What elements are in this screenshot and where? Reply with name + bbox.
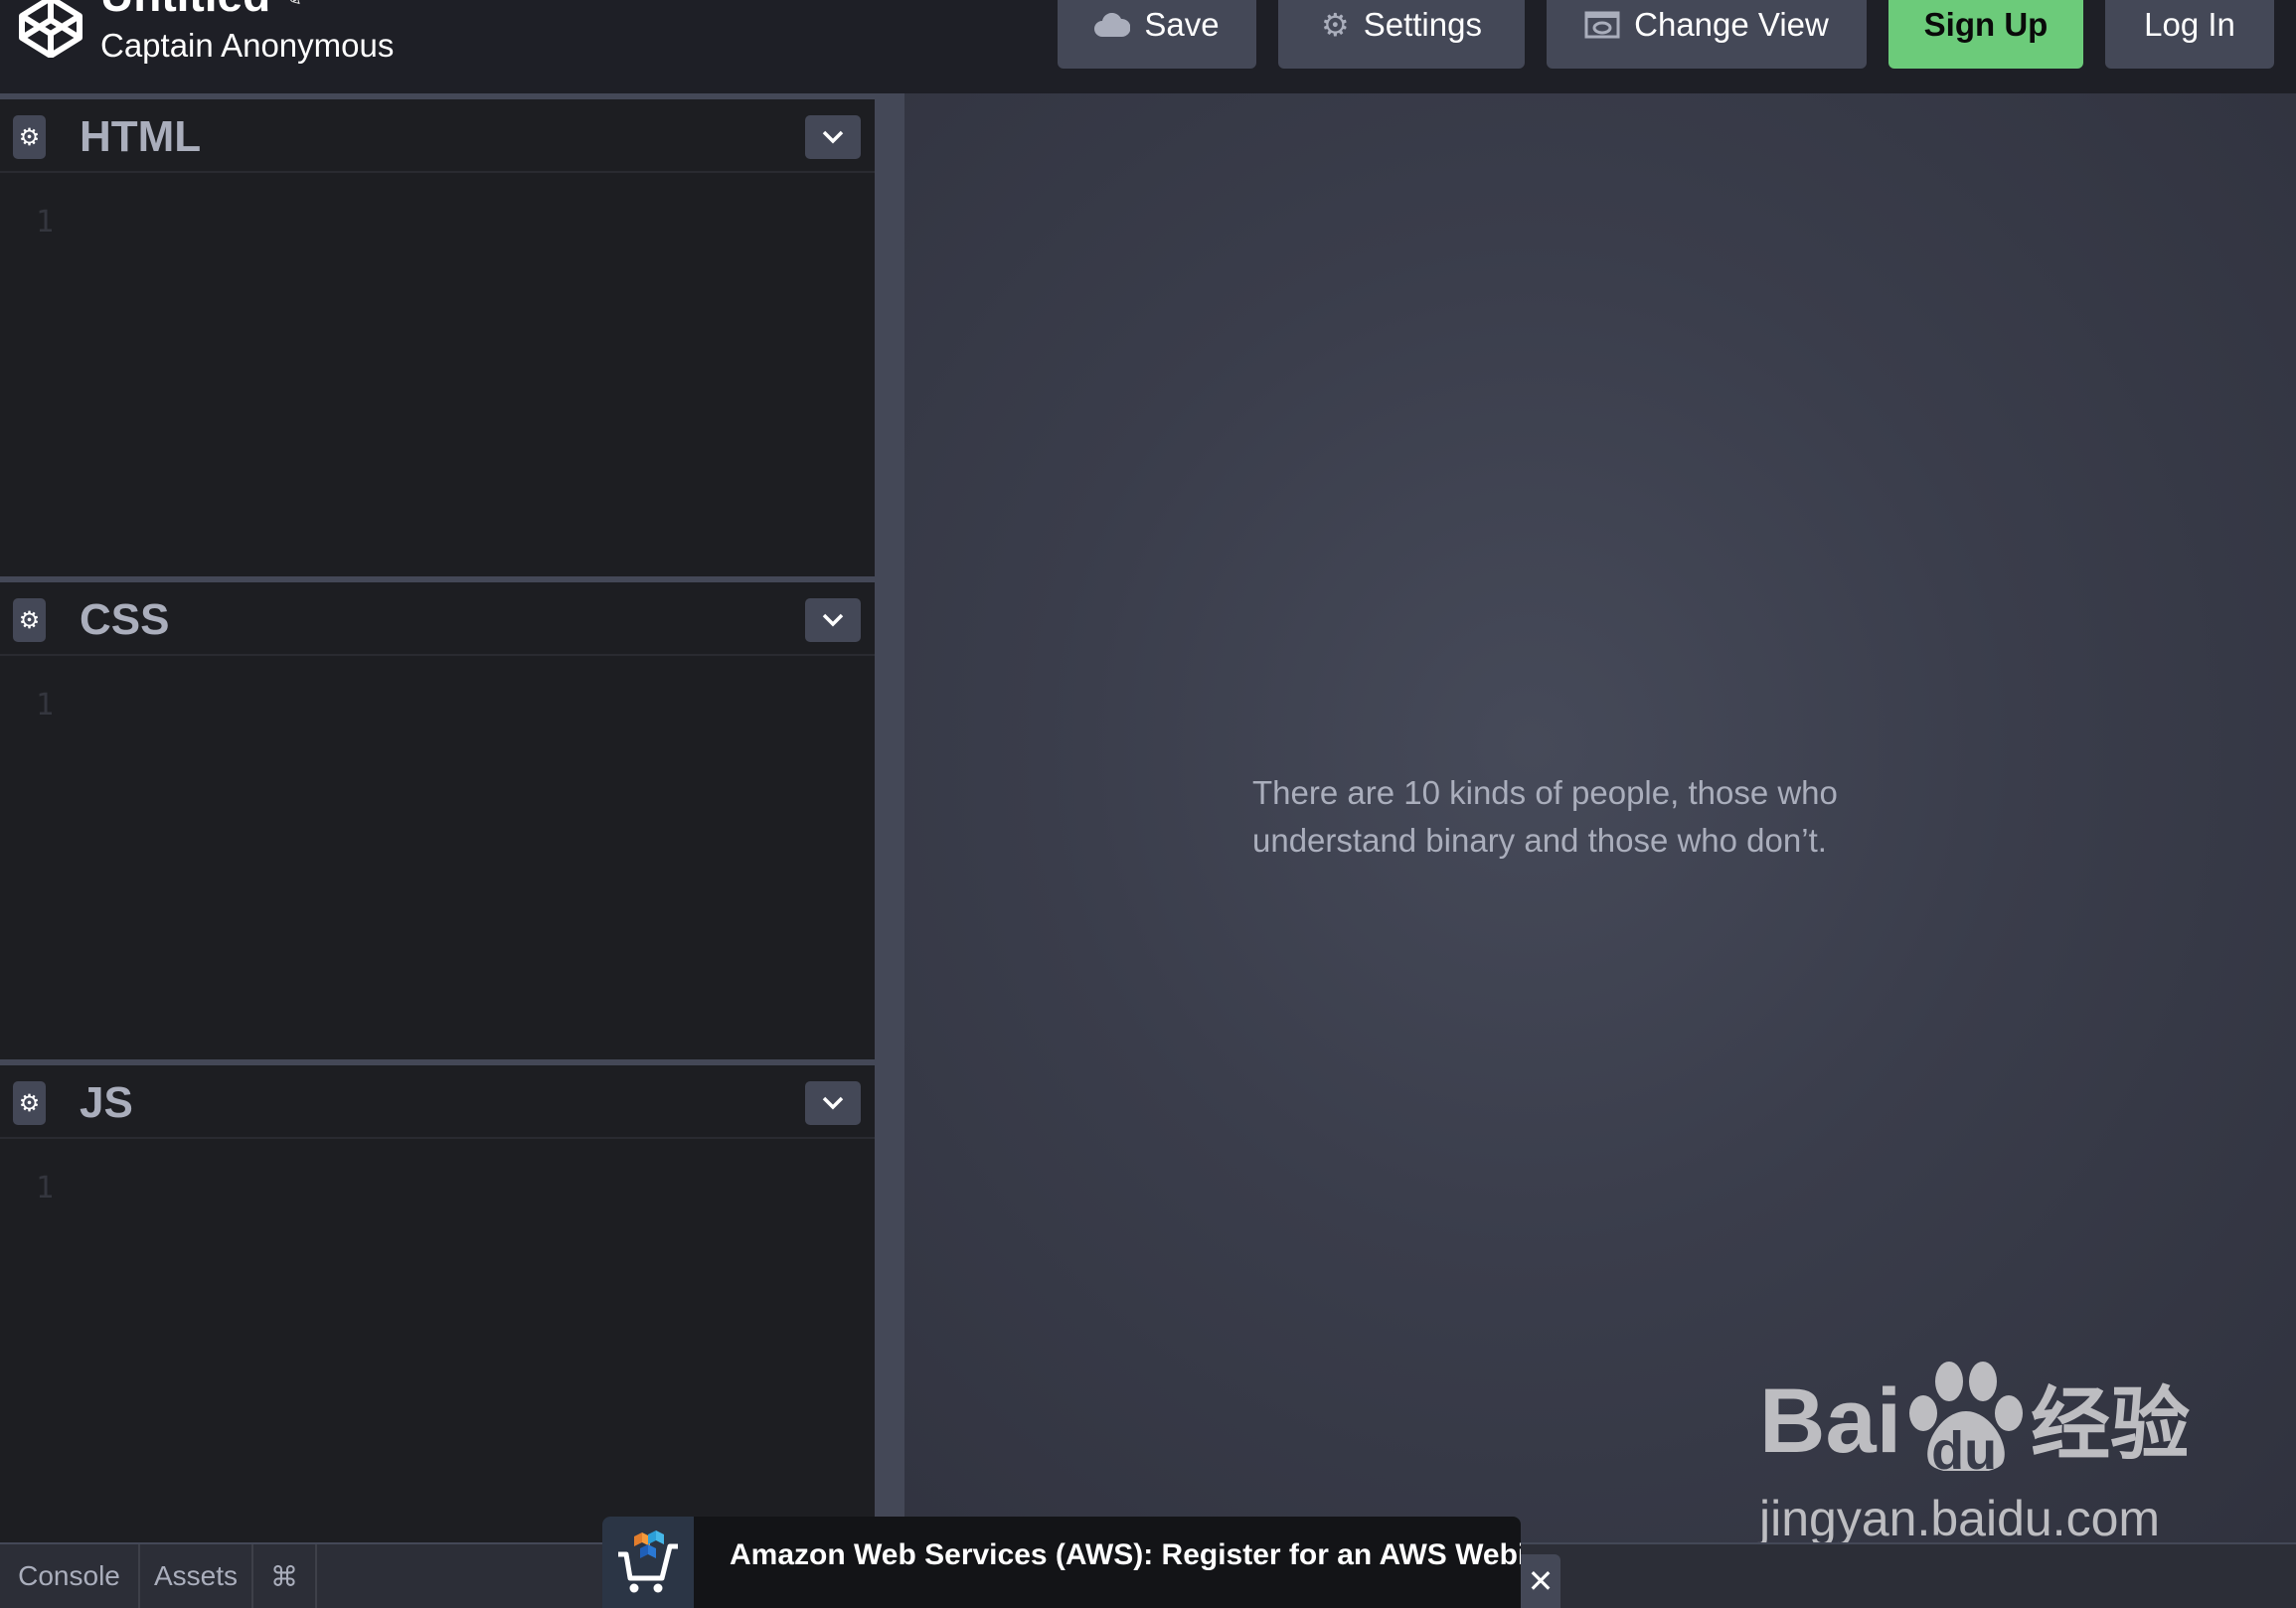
- js-line-number: 1: [36, 1171, 55, 1206]
- change-view-label: Change View: [1634, 5, 1829, 43]
- html-code-area[interactable]: [80, 175, 875, 576]
- baidu-logo-latin: Bai: [1759, 1370, 1902, 1472]
- js-code-area[interactable]: [80, 1141, 875, 1542]
- log-in-button[interactable]: Log In: [2105, 0, 2274, 69]
- settings-button[interactable]: ⚙ Settings: [1278, 0, 1525, 69]
- baidu-logo: Bai du 经验: [1759, 1362, 2190, 1481]
- html-collapse-button[interactable]: [805, 115, 861, 159]
- pen-title-text: Untitled: [100, 0, 270, 21]
- css-settings-button[interactable]: ⚙: [13, 598, 46, 642]
- gear-icon: ⚙: [18, 123, 41, 151]
- result-preview: There are 10 kinds of people, those who …: [904, 93, 2296, 1542]
- html-settings-button[interactable]: ⚙: [13, 115, 46, 159]
- js-settings-button[interactable]: ⚙: [13, 1081, 46, 1125]
- codepen-logo-icon[interactable]: [16, 0, 85, 58]
- top-header: Untitled ✎ Captain Anonymous Save ⚙ Setti…: [0, 0, 2296, 93]
- gear-icon: ⚙: [18, 606, 41, 634]
- keyboard-shortcuts-button[interactable]: ⌘: [253, 1544, 317, 1608]
- js-editor-panel: ⚙ JS 1: [0, 1065, 875, 1542]
- css-panel-title: CSS: [80, 595, 170, 644]
- pen-owner[interactable]: Captain Anonymous: [100, 26, 394, 66]
- css-collapse-button[interactable]: [805, 598, 861, 642]
- cloud-icon: [1094, 12, 1131, 37]
- js-panel-title: JS: [80, 1078, 133, 1127]
- pencil-icon[interactable]: ✎: [282, 0, 302, 12]
- chevron-down-icon: [822, 613, 844, 627]
- js-panel-header: ⚙ JS: [0, 1065, 875, 1139]
- gear-icon: ⚙: [1321, 6, 1350, 43]
- console-button[interactable]: Console: [0, 1544, 140, 1608]
- html-panel-title: HTML: [80, 112, 202, 161]
- html-panel-header: ⚙ HTML: [0, 99, 875, 173]
- save-label: Save: [1144, 5, 1220, 43]
- css-editor-panel: ⚙ CSS 1: [0, 582, 875, 1059]
- paw-icon: du: [1901, 1362, 2031, 1481]
- html-line-number: 1: [36, 205, 55, 240]
- assets-button[interactable]: Assets: [140, 1544, 253, 1608]
- chevron-down-icon: [822, 1096, 844, 1110]
- ad-banner[interactable]: Amazon Web Services (AWS): Register for …: [602, 1517, 1521, 1608]
- editor-preview-resize-handle[interactable]: [875, 93, 904, 1542]
- change-view-button[interactable]: Change View: [1547, 0, 1867, 69]
- css-line-number: 1: [36, 688, 55, 723]
- js-collapse-button[interactable]: [805, 1081, 861, 1125]
- css-code-area[interactable]: [80, 658, 875, 1059]
- preview-text: There are 10 kinds of people, those who …: [1252, 774, 1838, 859]
- sign-up-label: Sign Up: [1923, 5, 2049, 43]
- layout-eye-icon: [1584, 11, 1620, 39]
- sign-up-button[interactable]: Sign Up: [1888, 0, 2083, 69]
- settings-label: Settings: [1363, 5, 1482, 43]
- log-in-label: Log In: [2144, 5, 2235, 43]
- ad-close-button[interactable]: ✕: [1521, 1554, 1560, 1608]
- pen-title[interactable]: Untitled ✎: [100, 0, 302, 24]
- baidu-logo-cjk: 经验: [2031, 1380, 2191, 1469]
- gear-icon: ⚙: [18, 1089, 41, 1117]
- shopping-cart-icon: [602, 1517, 694, 1608]
- baidu-paw-text: du: [1931, 1421, 1998, 1481]
- ad-text[interactable]: Amazon Web Services (AWS): Register for …: [730, 1538, 1521, 1572]
- baidu-watermark: Bai du 经验 jingyan.baidu.com: [1759, 1362, 2190, 1546]
- html-editor-panel: ⚙ HTML 1: [0, 99, 875, 576]
- css-panel-header: ⚙ CSS: [0, 582, 875, 656]
- editor-column: ⚙ HTML 1 ⚙ CSS 1 ⚙ JS 1: [0, 99, 875, 1542]
- close-icon: ✕: [1527, 1563, 1555, 1599]
- chevron-down-icon: [822, 130, 844, 144]
- save-button[interactable]: Save: [1058, 0, 1256, 69]
